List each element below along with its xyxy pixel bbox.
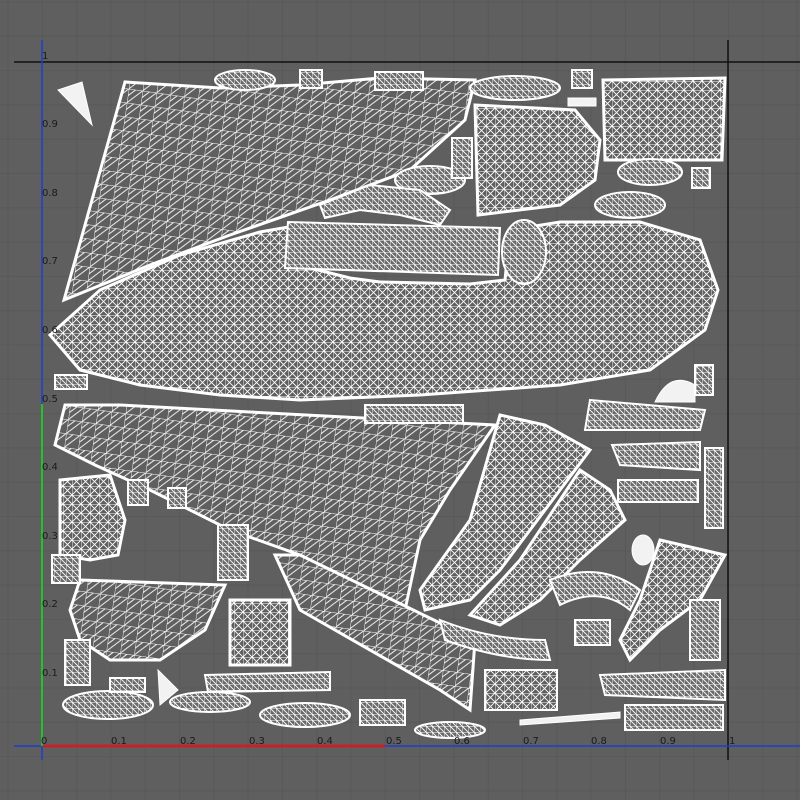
uv-shell-triangle[interactable] [57, 81, 93, 127]
uv-shell-small-10[interactable] [594, 191, 666, 219]
uv-shell-small-12[interactable] [451, 137, 473, 179]
uv-shell-lower-ellipse-2[interactable] [169, 691, 251, 713]
uv-shell-nose-disc[interactable] [501, 219, 547, 285]
uv-shell-lower-mid-3[interactable] [217, 524, 249, 581]
uv-editor-viewport[interactable]: 0 0.1 0.2 0.3 0.4 0.5 0.6 0.7 0.8 0.9 1 … [0, 0, 800, 800]
uv-shell-right-panel-7[interactable] [624, 704, 724, 731]
uv-shell-lower-ellipse-4[interactable] [414, 721, 486, 739]
uv-shell-small-2[interactable] [299, 69, 323, 89]
u-tick-label: 0.7 [523, 736, 539, 747]
uv-shell-lower-left-3[interactable] [51, 554, 81, 584]
uv-shell-small-13[interactable] [694, 364, 714, 396]
u-tick-label: 0.2 [180, 736, 196, 747]
uv-shell-small-5[interactable] [571, 69, 593, 89]
uv-shell-lower-mid-1[interactable] [127, 479, 149, 506]
uv-shell-right-panel-1[interactable] [583, 398, 707, 431]
v-tick-label: 0.9 [42, 119, 58, 130]
uv-shell-small-3[interactable] [374, 71, 424, 91]
u-tick-label: 0.8 [591, 736, 607, 747]
u-tick-label: 1 [729, 736, 735, 747]
uv-shell-small-1[interactable] [214, 69, 276, 91]
uv-shell-lower-ellipse-1[interactable] [62, 690, 154, 720]
uv-shell-right-panel-5[interactable] [574, 619, 611, 646]
uv-shell-small-14[interactable] [54, 374, 88, 390]
uv-shell-flap-top[interactable] [364, 404, 464, 424]
v-tick-label: 0.8 [42, 188, 58, 199]
v-tick-label: 0.5 [42, 394, 58, 405]
uv-shell-lower-left-4[interactable] [228, 598, 292, 667]
uv-shell-right-panel-6[interactable] [598, 668, 726, 702]
uv-shell-grid-block[interactable] [484, 669, 558, 711]
u-tick-label: 0.3 [249, 736, 265, 747]
uv-shell-top-right-block[interactable] [601, 76, 727, 162]
uv-shell-right-blob[interactable] [631, 534, 655, 566]
uv-shell-lower-left-6[interactable] [109, 677, 146, 693]
uv-shell-small-9[interactable] [617, 158, 683, 186]
v-tick-label: 1 [42, 51, 48, 62]
u-tick-label: 0.1 [111, 736, 127, 747]
uv-shell-lower-left-2[interactable] [68, 578, 228, 662]
v-tick-label: 0.7 [42, 256, 58, 267]
v-tick-label: 0.1 [42, 668, 58, 679]
uv-shell-small-11[interactable] [691, 167, 711, 189]
uv-shell-small-6[interactable] [567, 97, 597, 107]
uv-shell-lower-left-1[interactable] [58, 473, 127, 562]
uv-shell-canopy[interactable] [283, 220, 502, 277]
v-tick-label: 0.2 [42, 599, 58, 610]
uv-shell-lower-mid-2[interactable] [167, 487, 187, 509]
uv-canvas[interactable]: 0 0.1 0.2 0.3 0.4 0.5 0.6 0.7 0.8 0.9 1 … [0, 0, 800, 800]
uv-shell-right-panel-3[interactable] [617, 479, 699, 503]
uv-shell-tail-panel[interactable] [473, 103, 602, 217]
u-tick-label: 0.9 [660, 736, 676, 747]
uv-shell-right-panel-4[interactable] [689, 599, 721, 661]
u-tick-label: 0.4 [317, 736, 333, 747]
origin-label: 0 [41, 736, 47, 747]
uv-shell-lower-ellipse-3[interactable] [259, 702, 351, 728]
uv-shell-right-strip[interactable] [704, 447, 724, 529]
v-tick-label: 0.3 [42, 531, 58, 542]
uv-shell-lower-bar-1[interactable] [203, 670, 331, 694]
uv-shell-small-4[interactable] [469, 75, 561, 101]
uv-shell-lower-left-5[interactable] [64, 639, 91, 686]
v-tick-label: 0.4 [42, 462, 58, 473]
uv-shell-dome[interactable] [654, 379, 696, 403]
u-tick-label: 0.5 [386, 736, 402, 747]
uv-shells[interactable] [47, 69, 728, 739]
uv-shell-lower-thin[interactable] [519, 711, 621, 726]
uv-shell-curved-piece[interactable] [548, 571, 642, 612]
uv-shell-lower-box[interactable] [359, 699, 406, 726]
uv-shell-right-panel-2[interactable] [610, 440, 701, 472]
v-tick-label: 0.6 [42, 325, 58, 336]
u-tick-label: 0.6 [454, 736, 470, 747]
